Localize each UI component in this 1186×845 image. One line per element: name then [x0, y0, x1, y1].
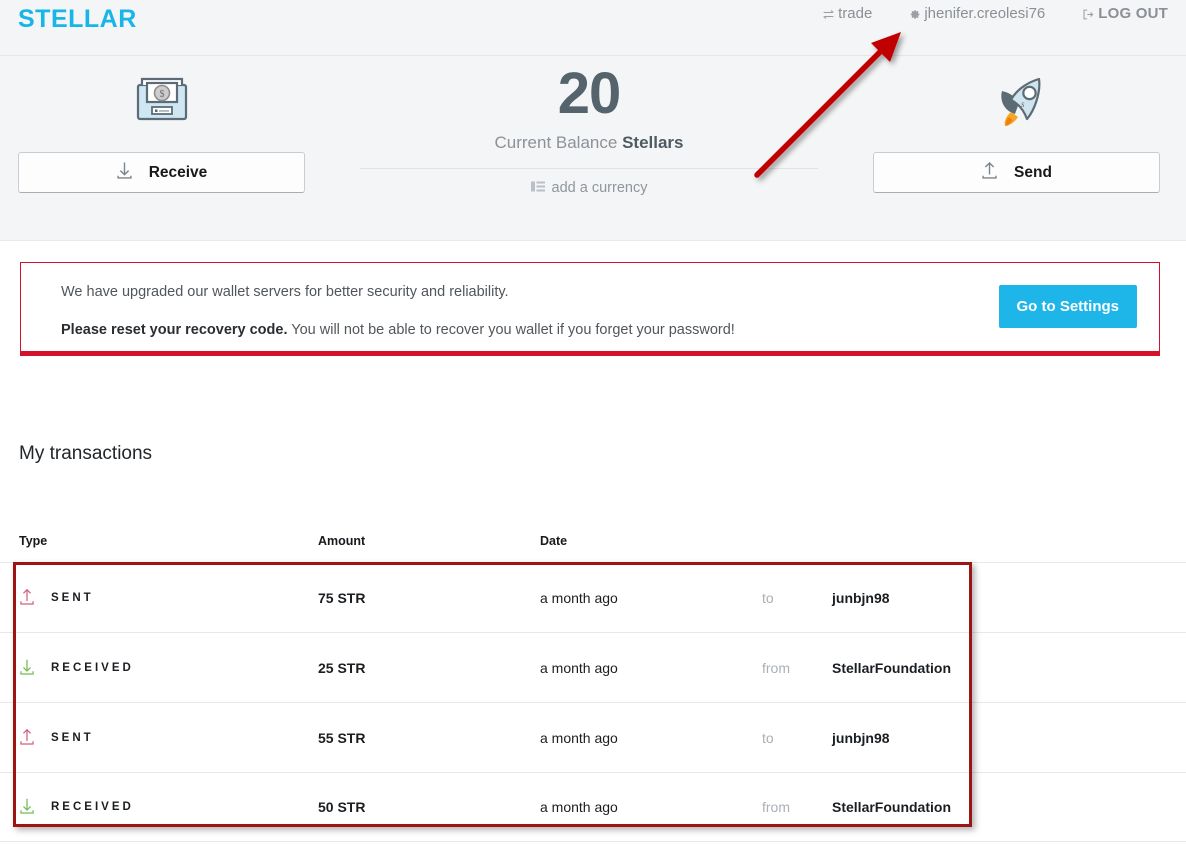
atm-cash-dispenser-icon: $: [18, 56, 305, 136]
go-to-settings-button[interactable]: Go to Settings: [998, 285, 1137, 328]
alert-message-secondary-bold: Please reset your recovery code.: [61, 322, 288, 338]
wallet-hero: $ Receive 20 Current Balance Stellars ad…: [0, 56, 1186, 241]
transaction-type-label: RECEIVED: [51, 661, 134, 674]
transaction-type-cell: SENT: [0, 587, 318, 609]
transaction-amount: 50 STR: [318, 799, 366, 815]
transaction-type-cell: RECEIVED: [0, 657, 318, 679]
top-header: STELLAR trade jhenifer.creolesi76 LOG OU…: [0, 0, 1186, 56]
transaction-amount-cell: 75 STR: [318, 590, 540, 606]
stellar-logo[interactable]: STELLAR: [18, 5, 137, 34]
transaction-type-label: RECEIVED: [51, 801, 134, 813]
table-row[interactable]: SENT 75 STR a month ago to junbjn98: [0, 562, 1186, 632]
balance-label-prefix: Current Balance: [494, 133, 623, 152]
nav-label-logout: LOG OUT: [1098, 5, 1168, 22]
nav-label-account: jhenifer.creolesi76: [924, 5, 1046, 22]
receive-button-label: Receive: [148, 163, 208, 181]
gear-icon: [908, 8, 921, 21]
transaction-amount-cell: 55 STR: [318, 730, 540, 746]
transaction-date-cell: a month ago: [540, 659, 618, 676]
transaction-preposition: to: [762, 589, 774, 606]
transaction-date-cell: a month ago: [540, 589, 618, 606]
arrow-down-in-icon: [19, 796, 35, 818]
transaction-date-cell: a month ago: [540, 729, 618, 746]
transaction-type-label: SENT: [51, 591, 94, 604]
transaction-amount: 75 STR: [318, 589, 366, 606]
transaction-party: junbjn98: [832, 729, 890, 746]
header-nav: trade jhenifer.creolesi76 LOG OUT: [822, 4, 1168, 24]
transaction-amount-cell: 25 STR: [318, 660, 540, 676]
transaction-amount-cell: 50 STR: [318, 799, 540, 815]
table-row[interactable]: SENT 55 STR a month ago to junbjn98: [0, 702, 1186, 772]
list-bars-icon: [530, 180, 545, 196]
transaction-type-cell: RECEIVED: [0, 796, 318, 818]
column-header-amount: Amount: [318, 534, 366, 548]
alert-message-secondary: Please reset your recovery code. You wil…: [61, 321, 1135, 340]
transaction-party: StellarFoundation: [832, 799, 951, 815]
table-row[interactable]: RECEIVED 25 STR a month ago from Stellar…: [0, 632, 1186, 702]
transaction-date-cell: a month ago: [540, 799, 618, 815]
rocket-icon: s: [873, 56, 1160, 136]
svg-text:s: s: [1021, 99, 1025, 109]
send-button[interactable]: Send: [873, 152, 1160, 193]
transactions-heading: My transactions: [19, 443, 153, 464]
alert-message-secondary-rest: You will not be able to recover you wall…: [287, 322, 735, 338]
nav-label-trade: trade: [838, 5, 873, 22]
transaction-preposition: to: [762, 729, 774, 746]
balance-amount: 20: [557, 61, 622, 126]
transaction-amount: 25 STR: [318, 659, 366, 676]
nav-item-trade[interactable]: trade: [822, 4, 872, 24]
transaction-preposition: from: [762, 659, 790, 676]
transactions-table: Type Amount Date SENT 75 STR a month ago…: [0, 520, 1186, 842]
receive-panel: $ Receive: [18, 56, 305, 193]
arrow-up-out-icon: [19, 727, 35, 749]
receive-button[interactable]: Receive: [18, 152, 305, 193]
table-row[interactable]: RECEIVED 50 STR a month ago from Stellar…: [0, 772, 1186, 842]
logout-icon: [1081, 8, 1095, 21]
transaction-type-label: SENT: [51, 731, 94, 744]
transactions-table-header: Type Amount Date: [0, 520, 1186, 562]
transaction-type-cell: SENT: [0, 727, 318, 749]
download-arrow-icon: [116, 161, 133, 185]
balance-label: Current Balance Stellars: [360, 132, 818, 154]
transaction-amount: 55 STR: [318, 729, 366, 746]
balance-label-unit: Stellars: [622, 133, 684, 152]
add-currency-link[interactable]: add a currency: [360, 180, 818, 196]
column-header-date: Date: [540, 534, 568, 548]
stellar-wallet-page: STELLAR trade jhenifer.creolesi76 LOG OU…: [0, 0, 1186, 845]
column-header-type: Type: [19, 534, 48, 548]
transaction-party: StellarFoundation: [832, 659, 951, 676]
send-button-label: Send: [1014, 163, 1052, 181]
upload-arrow-icon: [981, 161, 998, 185]
nav-item-logout[interactable]: LOG OUT: [1081, 4, 1168, 24]
arrow-up-out-icon: [19, 587, 35, 609]
alert-message-primary: We have upgraded our wallet servers for …: [61, 284, 509, 300]
balance-divider: [360, 168, 818, 169]
security-alert-banner: We have upgraded our wallet servers for …: [20, 262, 1160, 356]
send-panel: s Send: [873, 56, 1160, 193]
nav-item-account[interactable]: jhenifer.creolesi76: [908, 4, 1045, 24]
exchange-icon: [822, 8, 835, 21]
svg-text:$: $: [159, 89, 164, 100]
add-currency-label: add a currency: [551, 180, 648, 196]
arrow-down-in-icon: [19, 657, 35, 679]
balance-block: 20 Current Balance Stellars add a curren…: [360, 56, 818, 196]
transaction-preposition: from: [762, 799, 790, 815]
transaction-party: junbjn98: [832, 589, 890, 606]
